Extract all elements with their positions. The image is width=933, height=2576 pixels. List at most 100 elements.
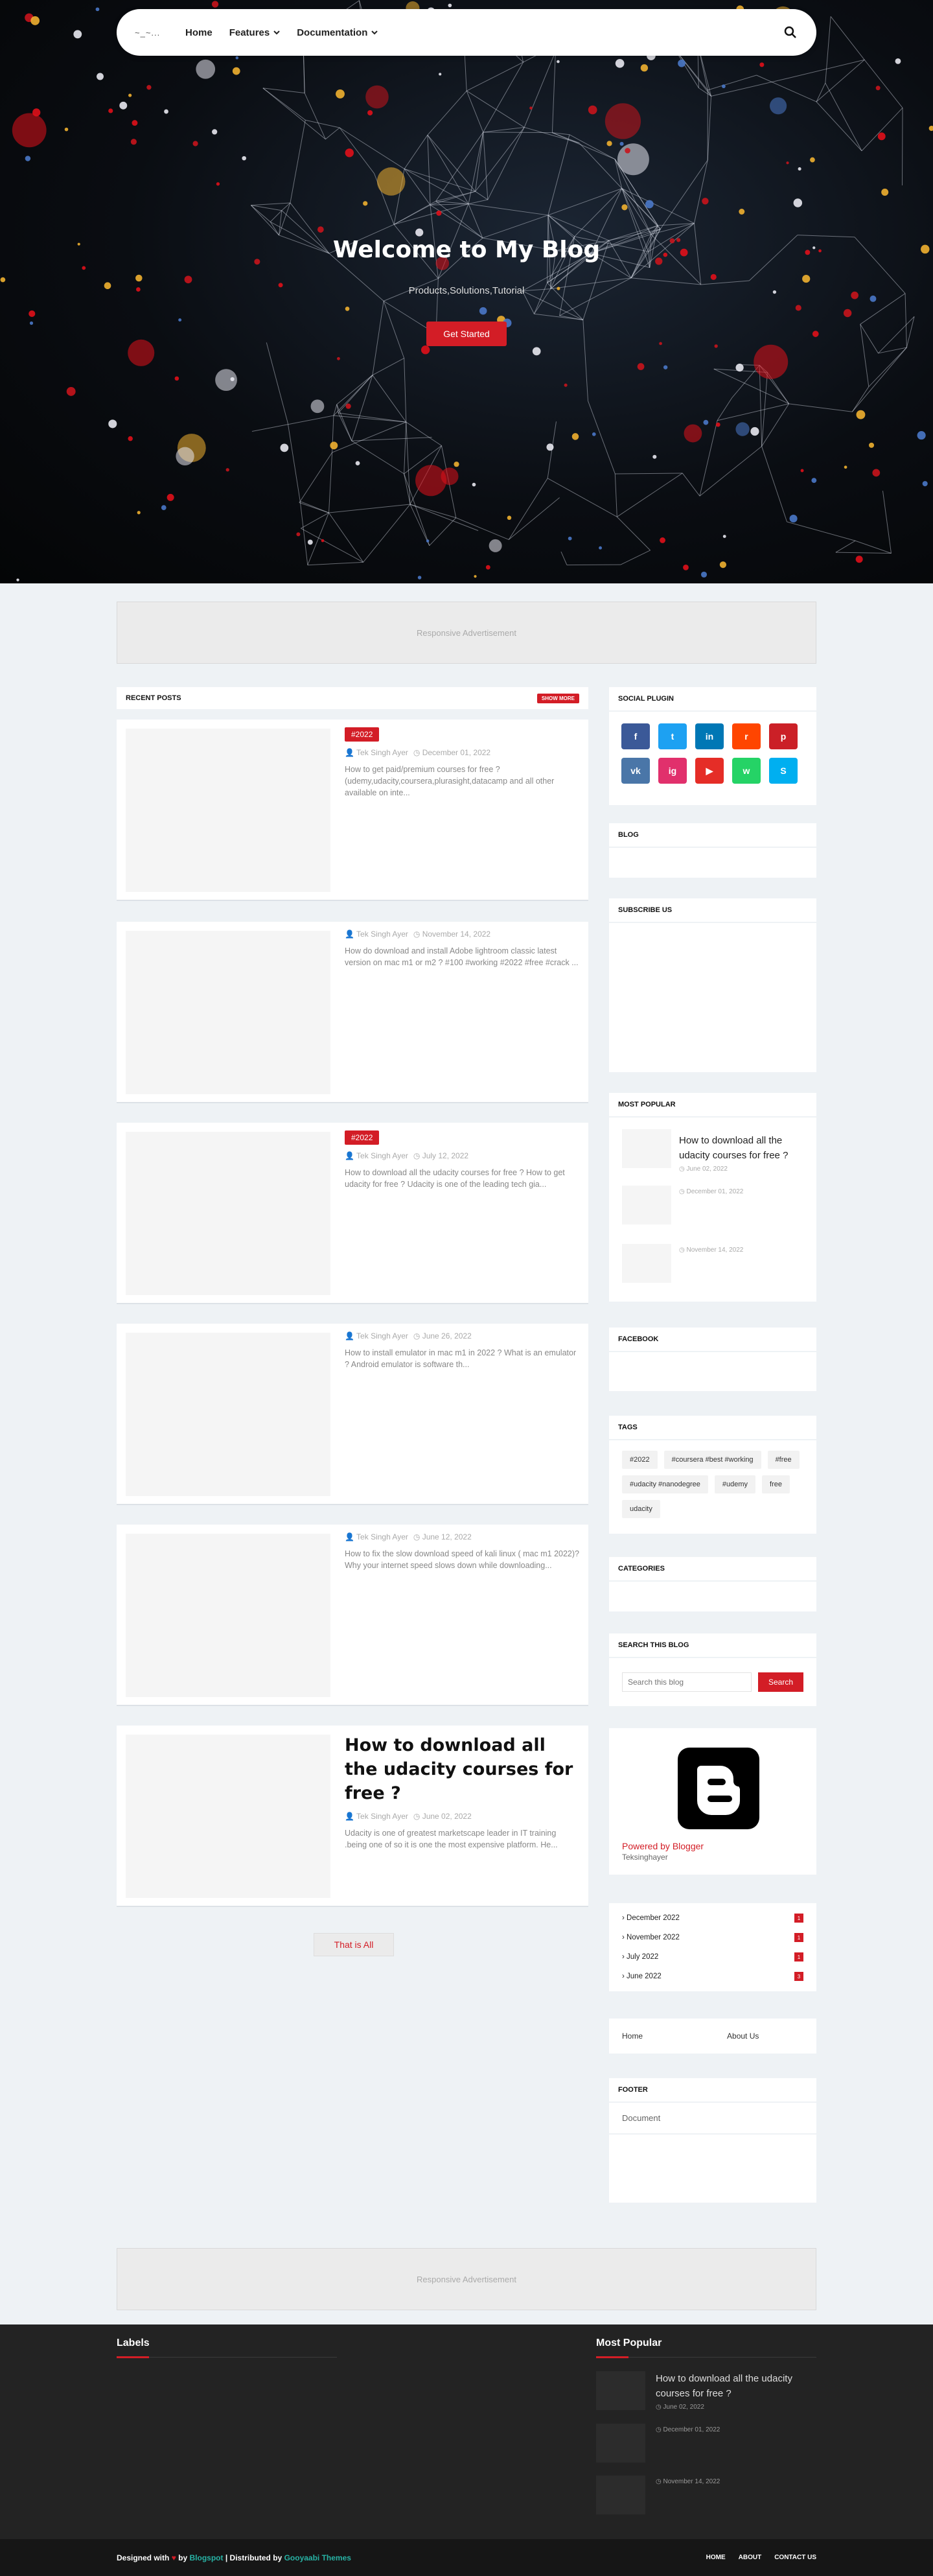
footer-link-contact[interactable]: CONTACT US bbox=[774, 2554, 816, 2561]
network-dot bbox=[130, 139, 137, 145]
tag-chip[interactable]: udacity bbox=[622, 1500, 660, 1518]
reddit-icon[interactable]: r bbox=[732, 723, 761, 749]
footer-popular-item[interactable]: ◷ December 01, 2022 bbox=[596, 2424, 816, 2463]
popular-thumbnail[interactable] bbox=[622, 1186, 671, 1224]
network-dot bbox=[659, 342, 662, 345]
search-button[interactable]: Search bbox=[758, 1672, 803, 1692]
network-dot bbox=[759, 62, 765, 67]
youtube-icon[interactable]: ▶ bbox=[695, 758, 724, 784]
instagram-icon[interactable]: ig bbox=[658, 758, 687, 784]
tag-chip[interactable]: free bbox=[762, 1475, 790, 1493]
network-dot bbox=[684, 424, 702, 443]
post-thumbnail[interactable] bbox=[126, 1132, 330, 1295]
footer-popular-thumbnail[interactable] bbox=[596, 2424, 645, 2463]
whatsapp-icon[interactable]: w bbox=[732, 758, 761, 784]
network-dot bbox=[345, 148, 354, 158]
nav-documentation[interactable]: Documentation bbox=[297, 27, 378, 38]
that-is-all-button[interactable]: That is All bbox=[314, 1933, 394, 1956]
site-logo[interactable]: ~_~... bbox=[135, 28, 163, 38]
network-dot bbox=[135, 274, 143, 282]
powered-by-blogger-link[interactable]: Powered by Blogger bbox=[622, 1841, 704, 1851]
post-card-featured[interactable]: How to download all the udacity courses … bbox=[117, 1726, 588, 1907]
archive-item[interactable]: › June 2022 3 bbox=[609, 1967, 816, 1986]
post-author: 👤 Tek Singh Ayer bbox=[345, 1532, 408, 1541]
network-dot bbox=[895, 58, 901, 64]
network-line bbox=[482, 215, 549, 239]
network-dot bbox=[710, 274, 717, 280]
post-thumbnail[interactable] bbox=[126, 1333, 330, 1496]
footer-link-home[interactable]: HOME bbox=[706, 2554, 726, 2561]
popular-item[interactable]: ◷ December 01, 2022 bbox=[609, 1179, 816, 1231]
footer-popular-thumbnail[interactable] bbox=[596, 2476, 645, 2514]
archive-item[interactable]: › July 2022 1 bbox=[609, 1947, 816, 1967]
vk-icon[interactable]: vk bbox=[621, 758, 650, 784]
network-line bbox=[338, 412, 406, 423]
popular-item[interactable]: ◷ November 14, 2022 bbox=[609, 1237, 816, 1289]
search-input[interactable] bbox=[622, 1672, 752, 1692]
archive-widget: › December 2022 1 › November 2022 1 › July… bbox=[609, 1903, 816, 1991]
post-card[interactable]: 👤 Tek Singh Ayer ◷ November 14, 2022 How … bbox=[117, 922, 588, 1103]
post-card[interactable]: 👤 Tek Singh Ayer ◷ June 26, 2022 How to i… bbox=[117, 1324, 588, 1505]
post-title[interactable]: How to download all the udacity courses … bbox=[345, 1733, 579, 1805]
post-author: 👤 Tek Singh Ayer bbox=[345, 930, 408, 939]
search-title: SEARCH THIS BLOG bbox=[609, 1633, 816, 1658]
footer-popular-title-text[interactable]: How to download all the udacity courses … bbox=[656, 2371, 816, 2401]
search-icon[interactable] bbox=[783, 25, 798, 40]
popular-item[interactable]: How to download all the udacity courses … bbox=[609, 1123, 816, 1179]
network-dot bbox=[211, 1, 219, 8]
tag-list: #2022 #coursera #best #working #free #udaci… bbox=[609, 1440, 816, 1528]
popular-thumbnail[interactable] bbox=[622, 1129, 671, 1168]
post-card[interactable]: #2022 👤 Tek Singh Ayer ◷ December 01, 202… bbox=[117, 720, 588, 901]
network-dot bbox=[750, 427, 759, 436]
network-line bbox=[468, 199, 488, 205]
post-date: ◷ June 12, 2022 bbox=[413, 1532, 472, 1541]
nav-features[interactable]: Features bbox=[229, 27, 281, 38]
post-tag[interactable]: #2022 bbox=[345, 1130, 380, 1145]
post-thumbnail[interactable] bbox=[126, 931, 330, 1094]
popular-thumbnail[interactable] bbox=[622, 1244, 671, 1283]
network-dot bbox=[196, 59, 216, 79]
gooyaabi-link[interactable]: Gooyaabi Themes bbox=[284, 2553, 351, 2562]
footer-link-about[interactable]: ABOUT bbox=[739, 2554, 762, 2561]
blogspot-link[interactable]: Blogspot bbox=[190, 2553, 224, 2562]
network-line bbox=[547, 134, 570, 216]
tag-chip[interactable]: #free bbox=[767, 1451, 800, 1469]
network-line bbox=[406, 422, 411, 505]
post-card[interactable]: 👤 Tek Singh Ayer ◷ June 12, 2022 How to f… bbox=[117, 1525, 588, 1706]
network-line bbox=[551, 51, 556, 133]
network-dot bbox=[108, 419, 117, 428]
page-link-about[interactable]: About Us bbox=[727, 2032, 759, 2041]
network-line bbox=[588, 401, 616, 474]
nav-home[interactable]: Home bbox=[185, 27, 213, 38]
tag-chip[interactable]: #udacity #nanodegree bbox=[622, 1475, 708, 1493]
twitter-icon[interactable]: t bbox=[658, 723, 687, 749]
network-dot bbox=[485, 565, 490, 570]
facebook-icon[interactable]: f bbox=[621, 723, 650, 749]
footer-popular-item[interactable]: ◷ November 14, 2022 bbox=[596, 2476, 816, 2514]
post-thumbnail[interactable] bbox=[126, 1534, 330, 1697]
footer-popular-thumbnail[interactable] bbox=[596, 2371, 645, 2410]
show-more-button[interactable]: SHOW MORE bbox=[536, 693, 579, 703]
popular-title[interactable]: How to download all the udacity courses … bbox=[679, 1133, 803, 1163]
network-line bbox=[404, 169, 431, 205]
post-date: ◷ June 02, 2022 bbox=[413, 1812, 472, 1821]
footer-popular-item[interactable]: How to download all the udacity courses … bbox=[596, 2371, 816, 2411]
tag-chip[interactable]: #udemy bbox=[714, 1475, 756, 1493]
post-thumbnail[interactable] bbox=[126, 729, 330, 892]
post-thumbnail[interactable] bbox=[126, 1735, 330, 1898]
pinterest-icon[interactable]: p bbox=[769, 723, 798, 749]
network-dot bbox=[812, 331, 819, 337]
skype-icon[interactable]: S bbox=[769, 758, 798, 784]
post-tag[interactable]: #2022 bbox=[345, 727, 380, 742]
post-card[interactable]: #2022 👤 Tek Singh Ayer ◷ July 12, 2022 Ho… bbox=[117, 1123, 588, 1304]
archive-item[interactable]: › December 2022 1 bbox=[609, 1908, 816, 1928]
tag-chip[interactable]: #2022 bbox=[622, 1451, 658, 1469]
page-link-home[interactable]: Home bbox=[622, 2032, 643, 2041]
get-started-button[interactable]: Get Started bbox=[426, 322, 507, 346]
tag-chip[interactable]: #coursera #best #working bbox=[663, 1451, 761, 1469]
facebook-title: FACEBOOK bbox=[609, 1328, 816, 1352]
blogger-logo-icon[interactable] bbox=[678, 1748, 759, 1829]
network-dot bbox=[66, 386, 76, 396]
archive-item[interactable]: › November 2022 1 bbox=[609, 1928, 816, 1947]
linkedin-icon[interactable]: in bbox=[695, 723, 724, 749]
